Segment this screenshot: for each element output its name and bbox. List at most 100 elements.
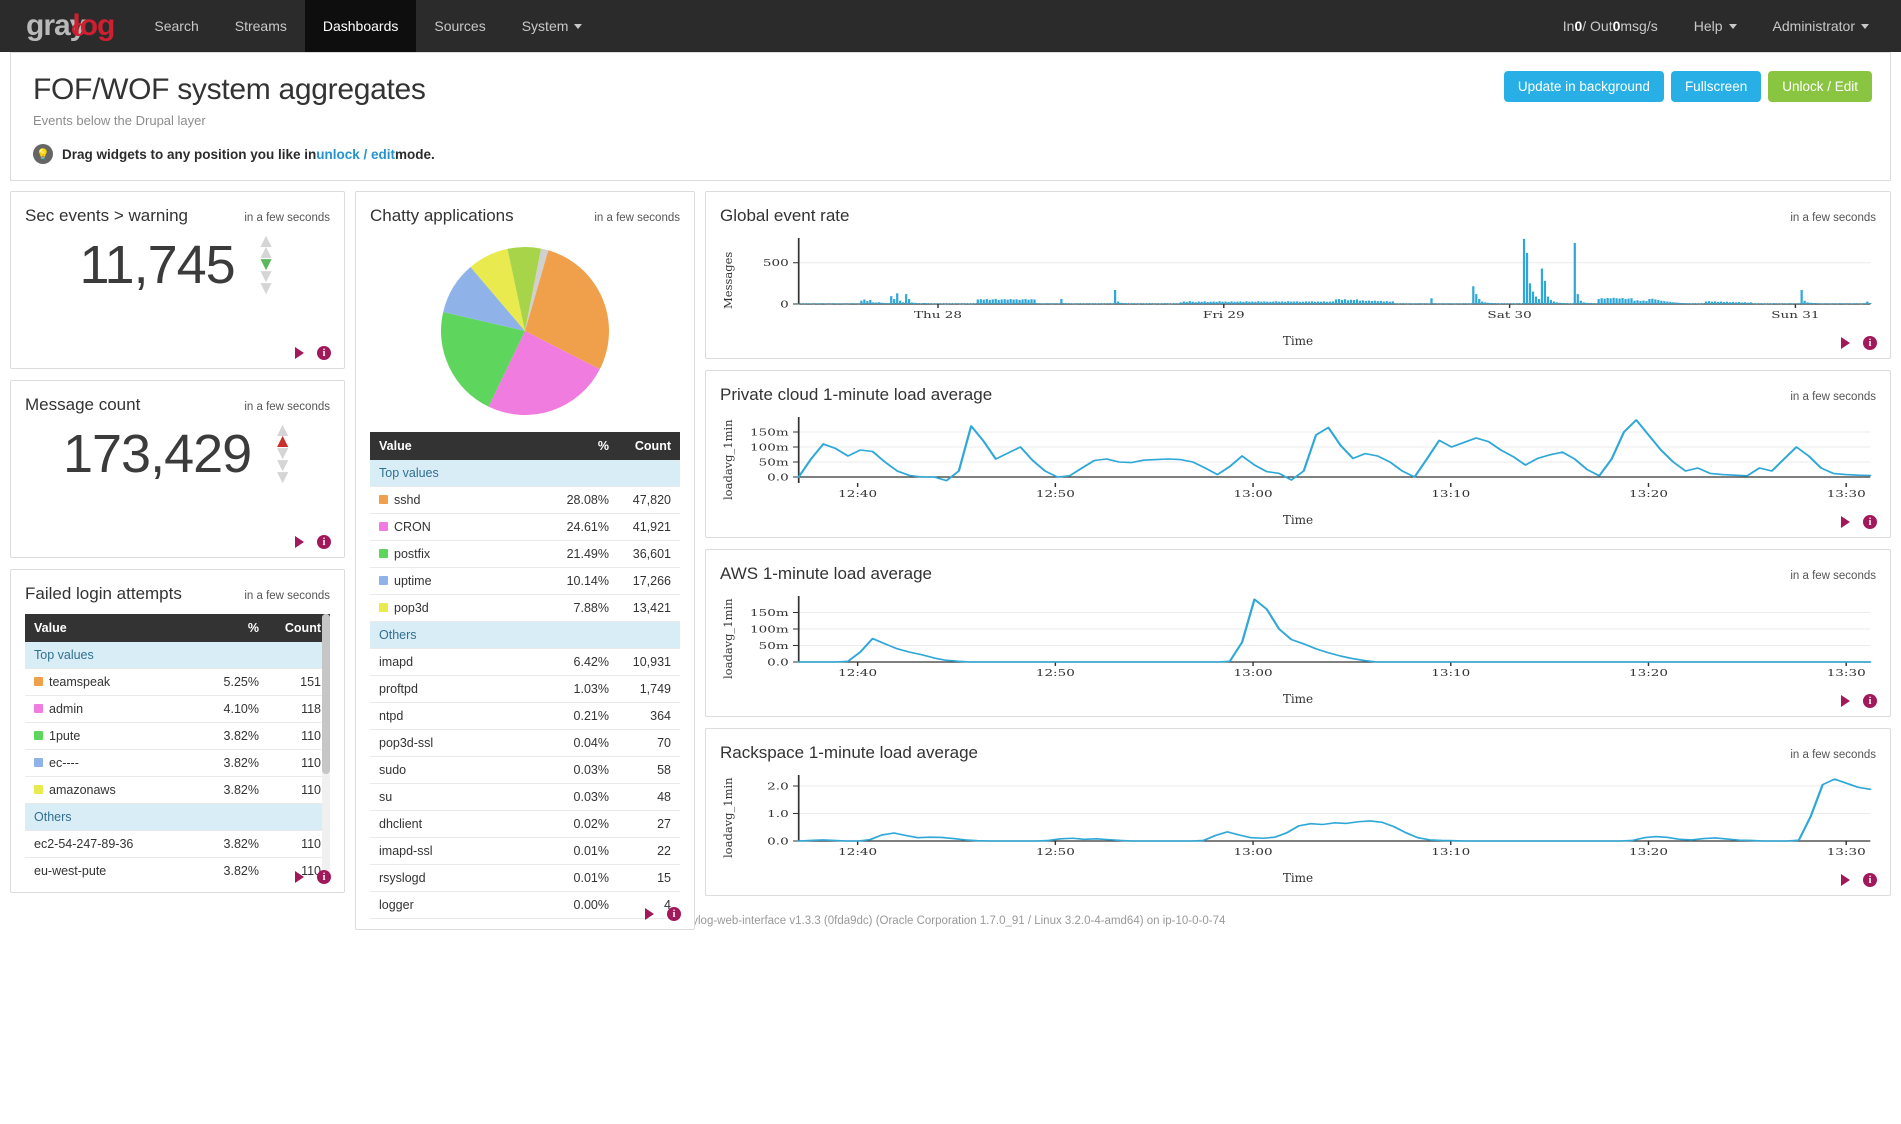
bar bbox=[1466, 303, 1469, 305]
play-icon[interactable] bbox=[645, 908, 654, 920]
vertical-scrollbar[interactable] bbox=[322, 614, 330, 882]
table-row[interactable]: pop3d 7.88% 13,421 bbox=[370, 594, 680, 622]
chevron-down-icon: ▼ bbox=[256, 277, 276, 299]
nav-item-sources[interactable]: Sources bbox=[416, 0, 503, 52]
bar bbox=[1251, 301, 1254, 304]
widget-aws-load[interactable]: AWS 1-minute load average in a few secon… bbox=[705, 549, 1891, 717]
nav-item-help[interactable]: Help bbox=[1676, 0, 1755, 52]
table-row[interactable]: eu-west-pute 3.82% 110 bbox=[25, 857, 330, 882]
table-row[interactable]: imapd-ssl 0.01% 22 bbox=[370, 837, 680, 865]
bar bbox=[872, 302, 875, 304]
x-tick-label: 13:00 bbox=[1234, 846, 1273, 857]
table-body: Top values teamspeak 5.25% 151 admin 4.10% 118… bbox=[25, 642, 330, 882]
bar bbox=[1415, 303, 1418, 305]
table-row[interactable]: admin 4.10% 118 bbox=[25, 695, 330, 723]
cell-percent: 1.03% bbox=[546, 675, 618, 703]
widget-rackspace-load[interactable]: Rackspace 1-minute load average in a few… bbox=[705, 728, 1891, 896]
table-row[interactable]: amazonaws 3.82% 110 bbox=[25, 776, 330, 804]
bar bbox=[1164, 303, 1167, 304]
table-row[interactable]: uptime 10.14% 17,266 bbox=[370, 567, 680, 595]
bar bbox=[1716, 301, 1720, 304]
failed-logins-scroll-area[interactable]: Value % Count Top values teamspeak 5.25% 15… bbox=[25, 614, 330, 882]
table-row[interactable]: CRON 24.61% 41,921 bbox=[370, 513, 680, 541]
table-row[interactable]: logger 0.00% 4 bbox=[370, 891, 680, 919]
bar bbox=[1758, 303, 1761, 304]
global-event-rate-svg: 0 500 Thu 28 Fri 29 Sat 30 Sun 31 bbox=[763, 238, 1872, 320]
bar bbox=[1221, 301, 1224, 304]
bar bbox=[1603, 298, 1606, 304]
info-icon[interactable]: i bbox=[1863, 515, 1877, 529]
bar bbox=[1728, 302, 1732, 304]
table-row[interactable]: dhclient 0.02% 27 bbox=[370, 810, 680, 838]
info-icon[interactable]: i bbox=[1863, 694, 1877, 708]
bar bbox=[1513, 303, 1517, 305]
widget-header: Message count in a few seconds bbox=[25, 395, 330, 415]
graylog-logo[interactable]: gray log bbox=[0, 0, 136, 52]
widget-private-cloud-load[interactable]: Private cloud 1-minute load average in a… bbox=[705, 370, 1891, 538]
nav-item-streams[interactable]: Streams bbox=[217, 0, 305, 52]
bar bbox=[1839, 303, 1842, 304]
unlock-edit-link[interactable]: unlock / edit bbox=[316, 147, 395, 162]
widget-title: Sec events > warning bbox=[25, 206, 189, 225]
table-row[interactable]: rsyslogd 0.01% 15 bbox=[370, 864, 680, 892]
table-row[interactable]: sudo 0.03% 58 bbox=[370, 756, 680, 784]
info-icon[interactable]: i bbox=[1863, 873, 1877, 887]
bar bbox=[1827, 303, 1830, 305]
widget-chatty-applications[interactable]: Chatty applications in a few seconds Val… bbox=[355, 191, 695, 930]
widget-value-area: 173,429 ▲ ▲ ▼ ▼ ▼ bbox=[25, 415, 330, 511]
table-row[interactable]: ec---- 3.82% 110 bbox=[25, 749, 330, 777]
info-icon[interactable]: i bbox=[317, 870, 331, 884]
bar bbox=[1149, 303, 1153, 304]
bar bbox=[1531, 291, 1535, 304]
table-row[interactable]: imapd 6.42% 10,931 bbox=[370, 648, 680, 676]
throughput-out-value: 0 bbox=[1612, 18, 1621, 34]
play-icon[interactable] bbox=[295, 536, 304, 548]
nav-item-system[interactable]: System bbox=[504, 0, 601, 52]
info-icon[interactable]: i bbox=[317, 346, 331, 360]
table-row[interactable]: proftpd 1.03% 1,749 bbox=[370, 675, 680, 703]
table-row[interactable]: pop3d-ssl 0.04% 70 bbox=[370, 729, 680, 757]
table-row[interactable]: ec2-54-247-89-36 3.82% 110 bbox=[25, 830, 330, 858]
table-row[interactable]: su 0.03% 48 bbox=[370, 783, 680, 811]
bar bbox=[1173, 303, 1176, 304]
table-row[interactable]: 1pute 3.82% 110 bbox=[25, 722, 330, 750]
bar bbox=[1376, 301, 1379, 304]
bar bbox=[1770, 303, 1773, 305]
play-icon[interactable] bbox=[1841, 695, 1850, 707]
bar bbox=[1331, 301, 1335, 304]
widget-global-event-rate[interactable]: Global event rate in a few seconds Messa… bbox=[705, 191, 1891, 359]
play-icon[interactable] bbox=[295, 347, 304, 359]
play-icon[interactable] bbox=[1841, 337, 1850, 349]
fullscreen-button[interactable]: Fullscreen bbox=[1670, 71, 1762, 102]
bar bbox=[1803, 300, 1806, 304]
y-tick-label: 2.0 bbox=[767, 781, 789, 792]
info-icon[interactable]: i bbox=[317, 535, 331, 549]
table-row[interactable]: postfix 21.49% 36,601 bbox=[370, 540, 680, 568]
play-icon[interactable] bbox=[295, 871, 304, 883]
play-icon[interactable] bbox=[1841, 516, 1850, 528]
widget-header: Rackspace 1-minute load average in a few… bbox=[720, 743, 1876, 763]
info-icon[interactable]: i bbox=[667, 907, 681, 921]
unlock-edit-button[interactable]: Unlock / Edit bbox=[1768, 71, 1872, 102]
table-row[interactable]: teamspeak 5.25% 151 bbox=[25, 668, 330, 696]
scrollbar-thumb[interactable] bbox=[322, 614, 330, 774]
widget-sec-events[interactable]: Sec events > warning in a few seconds 11… bbox=[10, 191, 345, 369]
update-in-background-button[interactable]: Update in background bbox=[1503, 71, 1664, 102]
bar bbox=[1310, 301, 1314, 304]
play-icon[interactable] bbox=[1841, 874, 1850, 886]
pie-chart bbox=[370, 226, 680, 428]
bar bbox=[1427, 303, 1430, 305]
widget-failed-logins[interactable]: Failed login attempts in a few seconds V… bbox=[10, 569, 345, 893]
info-icon[interactable]: i bbox=[1863, 336, 1877, 350]
bar bbox=[1227, 301, 1230, 304]
edit-hint: 💡 Drag widgets to any position you like … bbox=[33, 144, 1868, 164]
nav-item-dashboards[interactable]: Dashboards bbox=[304, 0, 417, 52]
table-head: Value % Count bbox=[370, 432, 680, 460]
nav-item-user-menu[interactable]: Administrator bbox=[1755, 0, 1887, 52]
table-row[interactable]: sshd 28.08% 47,820 bbox=[370, 486, 680, 514]
nav-item-search[interactable]: Search bbox=[136, 0, 216, 52]
table-row[interactable]: ntpd 0.21% 364 bbox=[370, 702, 680, 730]
color-swatch-icon bbox=[34, 785, 43, 794]
widget-message-count[interactable]: Message count in a few seconds 173,429 ▲… bbox=[10, 380, 345, 558]
bar bbox=[899, 300, 902, 304]
